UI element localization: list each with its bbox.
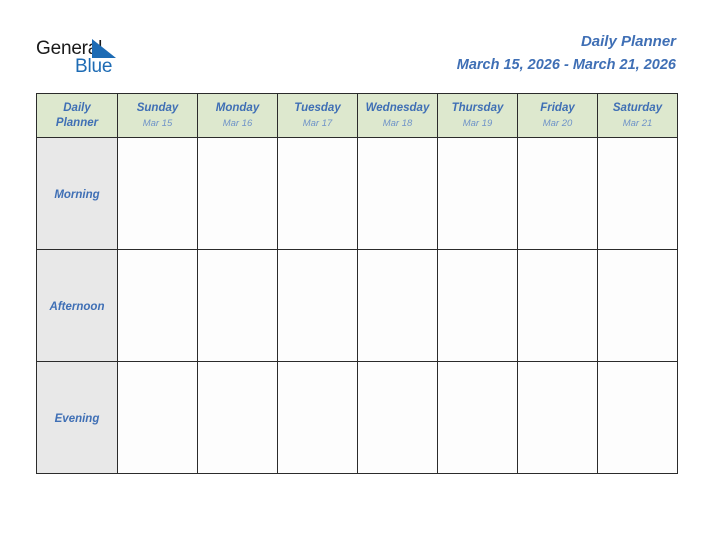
page-header: General Blue Daily Planner March 15, 202… xyxy=(0,0,712,93)
title-block: Daily Planner March 15, 2026 - March 21,… xyxy=(457,32,676,75)
table-header-row: Daily Planner Sunday Mar 15 Monday Mar 1… xyxy=(36,93,678,138)
slot-morning-friday[interactable] xyxy=(517,137,598,250)
day-date: Mar 17 xyxy=(302,117,333,129)
slot-evening-thursday[interactable] xyxy=(437,361,518,474)
slot-morning-monday[interactable] xyxy=(197,137,278,250)
day-name: Monday xyxy=(215,101,260,114)
planner-container: Daily Planner Sunday Mar 15 Monday Mar 1… xyxy=(36,93,678,474)
page-title: Daily Planner xyxy=(580,33,676,50)
slot-morning-thursday[interactable] xyxy=(437,137,518,250)
row-label-evening: Evening xyxy=(36,361,118,474)
planner-table: Daily Planner Sunday Mar 15 Monday Mar 1… xyxy=(36,93,678,474)
day-date: Mar 20 xyxy=(542,117,573,129)
day-header-tuesday: Tuesday Mar 17 xyxy=(277,93,358,138)
table-row-evening: Evening xyxy=(36,361,678,474)
row-label-text: Afternoon xyxy=(49,300,105,313)
day-name: Wednesday xyxy=(365,101,430,114)
slot-evening-sunday[interactable] xyxy=(117,361,198,474)
slot-afternoon-tuesday[interactable] xyxy=(277,249,358,362)
date-range: March 15, 2026 - March 21, 2026 xyxy=(456,57,676,73)
day-header-sunday: Sunday Mar 15 xyxy=(117,93,198,138)
slot-afternoon-thursday[interactable] xyxy=(437,249,518,362)
table-corner-cell: Daily Planner xyxy=(36,93,118,138)
row-label-afternoon: Afternoon xyxy=(36,249,118,362)
day-name: Saturday xyxy=(612,101,663,114)
slot-evening-saturday[interactable] xyxy=(597,361,678,474)
slot-morning-saturday[interactable] xyxy=(597,137,678,250)
day-date: Mar 18 xyxy=(382,117,413,129)
slot-evening-friday[interactable] xyxy=(517,361,598,474)
day-date: Mar 19 xyxy=(462,117,493,129)
table-row-morning: Morning xyxy=(36,137,678,250)
slot-afternoon-friday[interactable] xyxy=(517,249,598,362)
row-label-morning: Morning xyxy=(36,137,118,250)
slot-evening-tuesday[interactable] xyxy=(277,361,358,474)
row-label-text: Morning xyxy=(54,188,100,201)
day-header-thursday: Thursday Mar 19 xyxy=(437,93,518,138)
day-header-saturday: Saturday Mar 21 xyxy=(597,93,678,138)
slot-afternoon-saturday[interactable] xyxy=(597,249,678,362)
day-header-monday: Monday Mar 16 xyxy=(197,93,278,138)
slot-morning-wednesday[interactable] xyxy=(357,137,438,250)
brand-word-blue: Blue xyxy=(75,56,113,77)
table-row-afternoon: Afternoon xyxy=(36,249,678,362)
slot-evening-wednesday[interactable] xyxy=(357,361,438,474)
brand-logo: General Blue xyxy=(36,38,166,82)
corner-label-line2: Planner xyxy=(55,116,99,129)
slot-morning-tuesday[interactable] xyxy=(277,137,358,250)
day-header-wednesday: Wednesday Mar 18 xyxy=(357,93,438,138)
day-header-friday: Friday Mar 20 xyxy=(517,93,598,138)
slot-afternoon-monday[interactable] xyxy=(197,249,278,362)
day-date: Mar 15 xyxy=(142,117,173,129)
slot-afternoon-wednesday[interactable] xyxy=(357,249,438,362)
corner-label-line1: Daily xyxy=(63,101,91,114)
day-name: Tuesday xyxy=(294,101,341,114)
day-date: Mar 16 xyxy=(222,117,253,129)
slot-evening-monday[interactable] xyxy=(197,361,278,474)
day-name: Sunday xyxy=(136,101,179,114)
day-name: Friday xyxy=(540,101,575,114)
slot-morning-sunday[interactable] xyxy=(117,137,198,250)
day-date: Mar 21 xyxy=(622,117,653,129)
slot-afternoon-sunday[interactable] xyxy=(117,249,198,362)
day-name: Thursday xyxy=(451,101,504,114)
row-label-text: Evening xyxy=(54,412,100,425)
